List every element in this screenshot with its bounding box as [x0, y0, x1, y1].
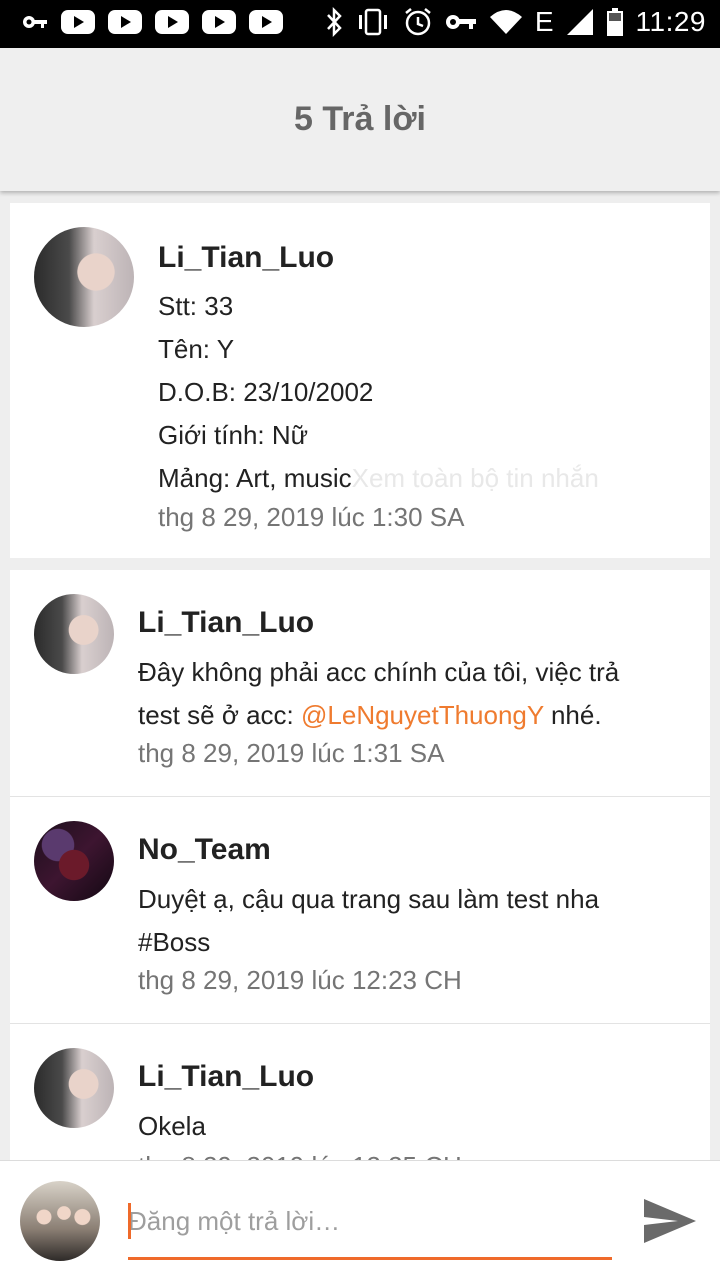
send-icon[interactable] — [640, 1191, 700, 1251]
reply-item[interactable]: No_Team Duyệt ạ, cậu qua trang sau làm t… — [10, 797, 710, 1023]
youtube-icon — [108, 10, 142, 34]
reply-text-part: nhé. — [543, 700, 602, 730]
timestamp: thg 8 29, 2019 lúc 1:30 SA — [158, 502, 465, 532]
avatar[interactable] — [34, 1048, 114, 1128]
post-line: Stt: 33 — [158, 291, 234, 321]
username[interactable]: No_Team — [138, 833, 271, 867]
battery-icon — [606, 8, 623, 36]
avatar[interactable] — [20, 1181, 100, 1261]
reply-item[interactable]: Li_Tian_Luo Đây không phải acc chính của… — [10, 570, 710, 796]
reply-text: Okela — [138, 1111, 206, 1141]
reply-text: Đây không phải acc chính của tôi, việc t… — [138, 657, 620, 687]
status-right-icons: E 11:29 — [325, 6, 706, 38]
original-post-card[interactable]: Li_Tian_Luo Stt: 33 Tên: Y D.O.B: 23/10/… — [10, 203, 710, 558]
reply-text-line2: test sẽ ở acc: @LeNguyetThuongY nhé. — [138, 700, 602, 731]
avatar[interactable] — [34, 227, 134, 327]
status-bar: E 11:29 — [0, 0, 720, 48]
page-title: 5 Trả lời — [294, 100, 426, 138]
network-type: E — [534, 6, 554, 37]
username[interactable]: Li_Tian_Luo — [138, 1060, 314, 1094]
wifi-icon — [489, 10, 522, 34]
status-left-icons — [22, 10, 283, 34]
replies-list: Li_Tian_Luo Đây không phải acc chính của… — [10, 570, 710, 1170]
avatar[interactable] — [34, 821, 114, 901]
vibrate-icon — [358, 8, 387, 36]
youtube-icon — [202, 10, 236, 34]
bluetooth-icon — [326, 7, 342, 37]
mention-link[interactable]: @LeNguyetThuongY — [301, 700, 544, 730]
post-line-text: Mảng: Art, music — [158, 463, 352, 493]
post-line: D.O.B: 23/10/2002 — [158, 377, 374, 407]
alarm-icon — [405, 8, 431, 36]
youtube-icon — [155, 10, 189, 34]
timestamp: thg 8 29, 2019 lúc 1:31 SA — [138, 738, 445, 768]
view-all-link[interactable]: Xem toàn bộ tin nhắn — [352, 463, 599, 493]
timestamp: thg 8 29, 2019 lúc 12:23 CH — [138, 965, 462, 995]
youtube-icon — [249, 10, 283, 34]
username[interactable]: Li_Tian_Luo — [138, 606, 314, 640]
reply-item[interactable]: Li_Tian_Luo Okela thg 8 29, 2019 lúc 12:… — [10, 1024, 710, 1170]
input-underline — [128, 1257, 612, 1260]
status-time: 11:29 — [635, 6, 706, 37]
youtube-icon — [61, 10, 95, 34]
reply-text: Duyệt ạ, cậu qua trang sau làm test nha — [138, 884, 600, 914]
compose-bar — [0, 1160, 720, 1281]
text-cursor — [128, 1203, 131, 1239]
username[interactable]: Li_Tian_Luo — [158, 241, 334, 275]
key-icon — [23, 16, 47, 28]
post-line: Giới tính: Nữ — [158, 420, 309, 450]
post-line: Tên: Y — [158, 334, 235, 364]
post-line-last: Mảng: Art, musicXem toàn bộ tin nhắn — [158, 463, 599, 494]
reply-text-part: test sẽ ở acc: — [138, 700, 301, 730]
reply-input[interactable] — [128, 1201, 612, 1241]
key-icon — [445, 15, 476, 29]
app-bar: 5 Trả lời — [0, 48, 720, 191]
avatar[interactable] — [34, 594, 114, 674]
reply-text: #Boss — [138, 927, 211, 957]
signal-icon — [566, 9, 593, 35]
